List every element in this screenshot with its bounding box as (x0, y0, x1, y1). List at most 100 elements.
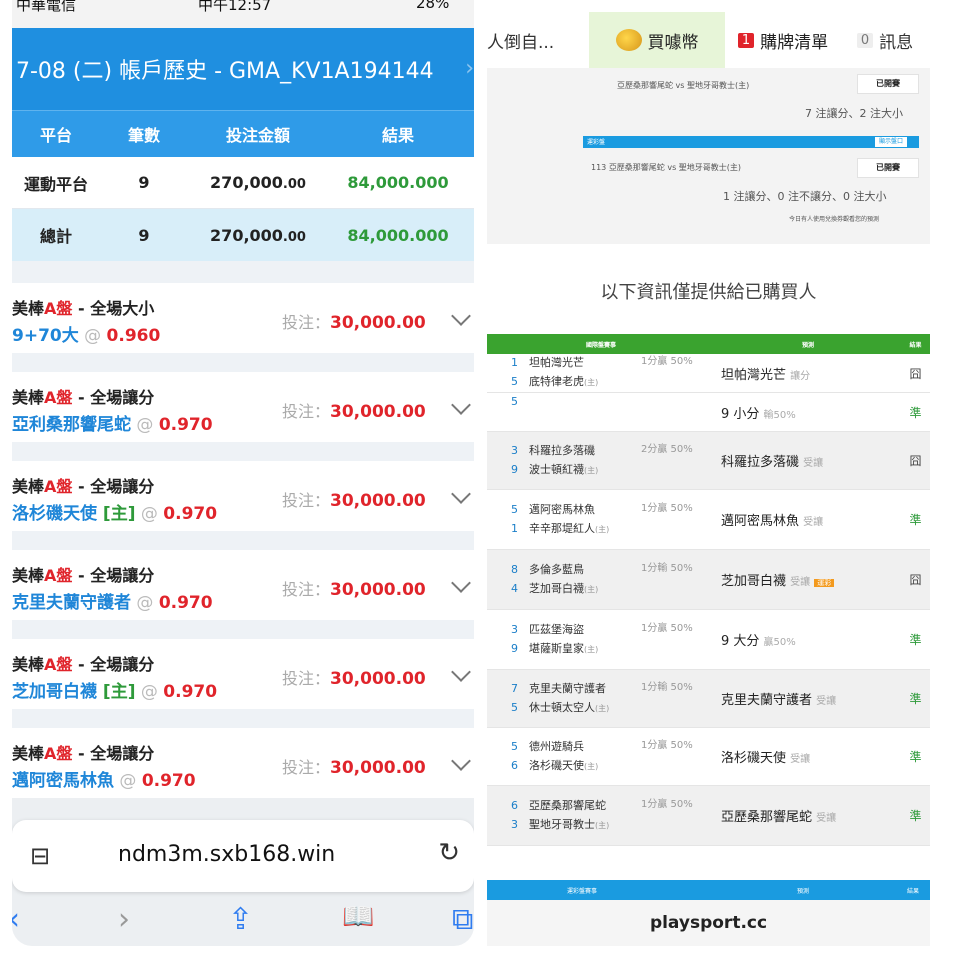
match-cell: 1 坦帕灣光芒 5 底特律老虎(主) 1分贏 50% (487, 354, 715, 393)
rank: 1 (511, 521, 518, 535)
pick-type: 受讓 (790, 754, 811, 765)
note-text: 今日有人使用兌換券觀看您的預測 (789, 216, 880, 223)
result-cell: 準 (901, 669, 930, 728)
chevron-down-icon[interactable] (451, 484, 471, 504)
at-sign: @ (135, 682, 164, 702)
stake-value: 30,000.00 (330, 758, 426, 778)
chevron-right-icon[interactable]: › (465, 56, 474, 81)
table-row-total: 總計 9 270,000.00 84,000.000 (12, 209, 474, 261)
pick: 坦帕灣光芒 (721, 367, 787, 383)
bet-item[interactable]: 美棒A盤 - 全場讓分 亞利桑那響尾蛇 @ 0.970 投注：30,000.00 (12, 372, 474, 461)
result-cell: 囧 (901, 354, 930, 393)
section-label: 運彩盤 (587, 139, 606, 146)
table-row: 5 9 小分 輸50% 準 (487, 392, 930, 432)
team-home: 5 底特律老虎(主) (487, 373, 637, 392)
pick: 芝加哥白襪 (721, 574, 787, 589)
pick-cell: 科羅拉多落磯 受讓 (715, 431, 901, 490)
pick-type: 贏50% (763, 637, 796, 648)
market: - 全場讓分 (72, 388, 155, 407)
teams: 5 德州遊騎兵 6 洛杉磯天使(主) (487, 738, 637, 776)
team-name: 邁阿密馬林魚 (529, 502, 595, 516)
market-tag: A盤 (44, 744, 73, 763)
tab-buy-coins[interactable]: 買噱幣 (589, 12, 725, 68)
table-row: 8 多倫多藍鳥 4 芝加哥白襪(主) 1分輸 50% 芝加哥白襪 受讓 運彩囧 (487, 549, 930, 610)
chevron-down-icon[interactable] (451, 395, 471, 415)
match-cell: 7 克里夫蘭守護者 5 休士頓太空人(主) 1分輸 50% (487, 669, 715, 728)
tab-messages[interactable]: 0 訊息 (841, 28, 929, 53)
team-name: 匹茲堡海盜 (529, 622, 584, 636)
at-sign: @ (78, 326, 107, 346)
pick-cell: 9 小分 輸50% (715, 392, 901, 432)
team-home: 3 聖地牙哥教士(主) (487, 816, 637, 835)
bet-selection: 芝加哥白襪 [主] @ 0.970 (12, 677, 217, 702)
bet-stake: 投注：30,000.00 (282, 487, 426, 511)
result-cell: 準 (901, 392, 930, 432)
browser-chrome: ⊟ ndm3m.sxb168.win ↻ ‹ › ⇪ 📖 ⧉ (12, 798, 474, 946)
market-tag: A盤 (44, 388, 73, 407)
coin-icon (615, 29, 642, 51)
result-cell: 準 (901, 609, 930, 670)
market: - 全場讓分 (72, 566, 155, 585)
team-away: 5 邁阿密馬林魚 (487, 501, 637, 520)
rank: 4 (511, 581, 518, 595)
stake-label: 投注： (282, 669, 331, 688)
team-name: 洛杉磯天使 (529, 758, 584, 772)
bet-item[interactable]: 美棒A盤 - 全場讓分 芝加哥白襪 [主] @ 0.970 投注：30,000.… (12, 639, 474, 728)
team-home: 4 芝加哥白襪(主) (487, 580, 637, 599)
chevron-down-icon[interactable] (451, 573, 471, 593)
reload-icon[interactable]: ↻ (438, 838, 460, 868)
amount-dec: .00 (282, 177, 306, 192)
lottery-badge: 運彩 (814, 579, 835, 587)
site-url: playsport.cc (487, 900, 930, 946)
forward-icon[interactable]: › (118, 902, 130, 937)
bet-selection: 邁阿密馬林魚 @ 0.970 (12, 766, 196, 791)
amount-int: 270,000 (210, 225, 283, 245)
pick-cell: 9 大分 贏50% (715, 609, 901, 670)
team-home: 5 休士頓太空人(主) (487, 699, 637, 718)
stake-value: 30,000.00 (330, 491, 426, 511)
summary-text: 1 注讓分、0 注不讓分、0 注大小 (723, 190, 887, 203)
stake-value: 30,000.00 (330, 669, 426, 689)
address-bar[interactable]: ⊟ ndm3m.sxb168.win ↻ (12, 820, 474, 892)
stake-value: 30,000.00 (330, 580, 426, 600)
top-tabs: 人倒自... 買噱幣 1 購牌清單 0 訊息 (487, 12, 930, 68)
bookmarks-icon[interactable]: 📖 (342, 902, 374, 932)
team-suffix: (主) (584, 584, 599, 594)
bet-item[interactable]: 美棒A盤 - 全場讓分 洛杉磯天使 [主] @ 0.970 投注：30,000.… (12, 461, 474, 550)
tab-list-label: 購牌清單 (760, 32, 829, 53)
chevron-down-icon[interactable] (451, 306, 471, 326)
count-badge: 1 (737, 32, 755, 48)
result-cell: 囧 (901, 431, 930, 490)
team-name: 德州遊騎兵 (529, 739, 584, 753)
pick-type: 受讓 (803, 517, 824, 528)
show-odds-button[interactable]: 顯示盤口 (875, 137, 908, 147)
odds: 0.970 (141, 771, 196, 791)
bet-item[interactable]: 美棒A盤 - 全場大小 9+70大 @ 0.960 投注：30,000.00 (12, 283, 474, 372)
tab-purchase-list[interactable]: 1 購牌清單 (725, 28, 841, 53)
chevron-down-icon[interactable] (451, 662, 471, 682)
result-cell: 準 (901, 785, 930, 846)
selection: 芝加哥白襪 (12, 682, 97, 702)
chevron-down-icon[interactable] (451, 751, 471, 771)
odds: 0.970 (158, 415, 213, 435)
tab-overview-icon[interactable]: ⊟ (30, 842, 50, 870)
handicap (637, 393, 697, 431)
team-suffix: (主) (595, 820, 610, 830)
bet-item[interactable]: 美棒A盤 - 全場讓分 克里夫蘭守護者 @ 0.970 投注：30,000.00 (12, 550, 474, 639)
url-text[interactable]: ndm3m.sxb168.win (118, 842, 335, 867)
share-icon[interactable]: ⇪ (228, 902, 253, 937)
result-cell: 準 (901, 489, 930, 550)
tabs-icon[interactable]: ⧉ (452, 902, 473, 937)
bet-selection: 克里夫蘭守護者 @ 0.970 (12, 588, 213, 613)
table-row: 5 德州遊騎兵 6 洛杉磯天使(主) 1分贏 50% 洛杉磯天使 受讓 準 (487, 727, 930, 786)
bet-title: 美棒A盤 - 全場讓分 (12, 473, 154, 497)
table-row[interactable]: 運動平台 9 270,000.00 84,000.000 (12, 157, 474, 209)
table-row: 3 匹茲堡海盜 9 堪薩斯皇家(主) 1分贏 50% 9 大分 贏50% 準 (487, 609, 930, 670)
handicap: 1分贏 50% (641, 739, 693, 751)
tab-user[interactable]: 人倒自... (487, 28, 589, 53)
col-result: 結果 (901, 334, 930, 354)
table-row: 7 克里夫蘭守護者 5 休士頓太空人(主) 1分輸 50% 克里夫蘭守護者 受讓 準 (487, 669, 930, 728)
team-name: 坦帕灣光芒 (529, 356, 584, 369)
back-icon[interactable]: ‹ (12, 902, 20, 937)
team-suffix: (主) (595, 524, 610, 534)
